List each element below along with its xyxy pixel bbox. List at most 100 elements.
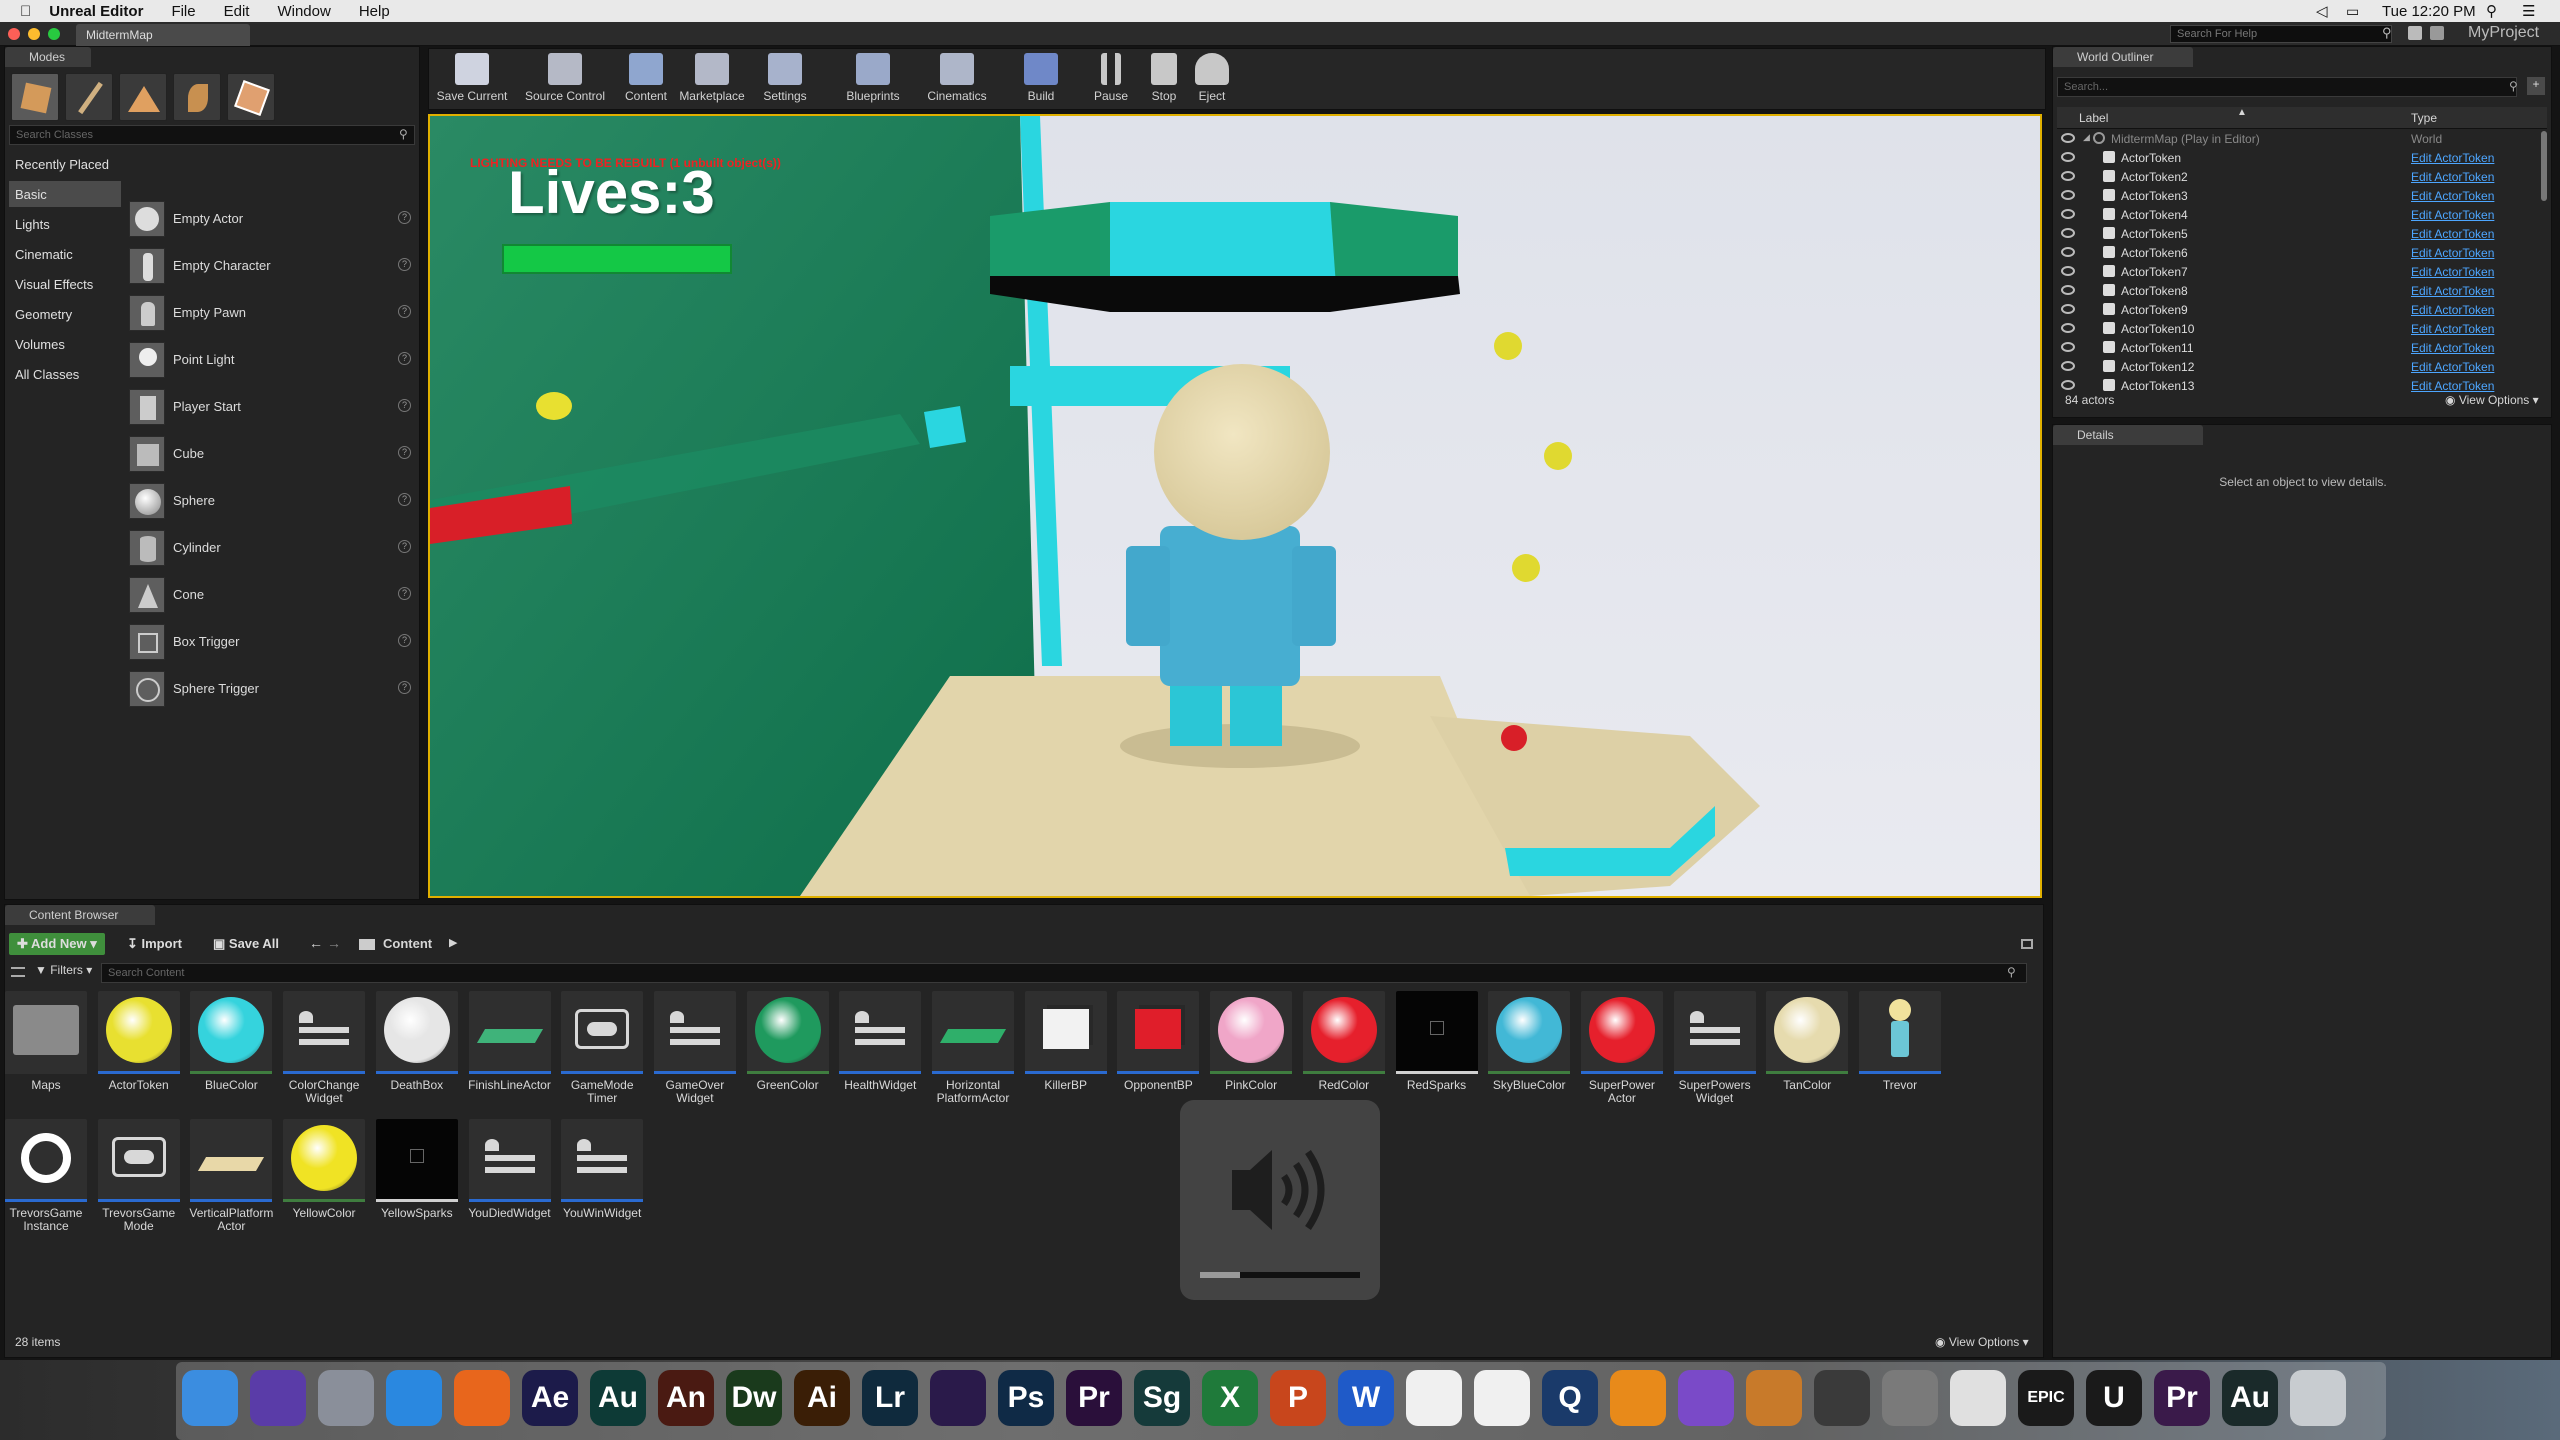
- outliner-scrollbar[interactable]: [2541, 131, 2547, 201]
- place-item-point-light[interactable]: Point Light?: [125, 338, 421, 382]
- actor-type-link[interactable]: Edit ActorToken: [2411, 341, 2494, 355]
- asset-tile[interactable]: YouWinWidget: [561, 1119, 644, 1241]
- visibility-eye-icon[interactable]: [2061, 228, 2075, 238]
- wifi-icon[interactable]: ◁: [2316, 2, 2328, 20]
- path-breadcrumb[interactable]: Content: [383, 936, 432, 951]
- chrome-icon[interactable]: [1950, 1370, 2006, 1426]
- visibility-eye-icon[interactable]: [2061, 171, 2075, 181]
- outliner-search-input[interactable]: Search...: [2057, 77, 2517, 97]
- search-classes-input[interactable]: Search Classes: [9, 125, 415, 145]
- outliner-row[interactable]: ActorToken7 Edit ActorToken: [2057, 262, 2547, 281]
- menu-edit[interactable]: Edit: [224, 3, 250, 20]
- asset-tile[interactable]: ActorToken: [97, 991, 180, 1113]
- animate-icon[interactable]: An: [658, 1370, 714, 1426]
- outliner-row[interactable]: ActorToken3 Edit ActorToken: [2057, 186, 2547, 205]
- game-viewport[interactable]: LIGHTING NEEDS TO BE REBUILT (1 unbuilt …: [428, 114, 2042, 898]
- world-row[interactable]: ◢ MidtermMap (Play in Editor) World: [2057, 129, 2547, 148]
- asset-tile[interactable]: YellowSparks: [375, 1119, 458, 1241]
- asset-tile[interactable]: GreenColor: [746, 991, 829, 1113]
- content-button[interactable]: Content: [621, 53, 671, 107]
- help-icon[interactable]: ?: [398, 493, 411, 506]
- map-tab[interactable]: MidtermMap: [76, 24, 250, 46]
- audition-session-icon[interactable]: Au: [2222, 1370, 2278, 1426]
- breadcrumb-arrow-icon[interactable]: ▶: [449, 936, 457, 949]
- modes-tab[interactable]: Modes: [5, 47, 91, 67]
- help-icon[interactable]: ?: [398, 681, 411, 694]
- asset-tile[interactable]: DeathBox: [375, 991, 458, 1113]
- asset-tile[interactable]: SuperPowers Widget: [1673, 991, 1756, 1113]
- search-content-input[interactable]: Search Content: [101, 963, 2027, 983]
- visibility-eye-icon[interactable]: [2061, 380, 2075, 390]
- type-column-header[interactable]: Type: [2411, 111, 2437, 125]
- asset-tile[interactable]: VerticalPlatform Actor: [189, 1119, 273, 1241]
- actor-type-link[interactable]: Edit ActorToken: [2411, 189, 2494, 203]
- place-item-empty-character[interactable]: Empty Character?: [125, 244, 421, 288]
- asset-tile[interactable]: TrevorsGame Mode: [97, 1119, 180, 1241]
- actor-type-link[interactable]: Edit ActorToken: [2411, 151, 2494, 165]
- notification-icon[interactable]: [2408, 26, 2422, 40]
- spark-icon[interactable]: Sg: [1134, 1370, 1190, 1426]
- category-lights[interactable]: Lights: [9, 211, 121, 237]
- outliner-row[interactable]: ActorToken8 Edit ActorToken: [2057, 281, 2547, 300]
- visibility-eye-icon[interactable]: [2061, 209, 2075, 219]
- powerpoint-icon[interactable]: P: [1270, 1370, 1326, 1426]
- outliner-row[interactable]: ActorToken10 Edit ActorToken: [2057, 319, 2547, 338]
- visibility-eye-icon[interactable]: [2061, 342, 2075, 352]
- forward-arrow-icon[interactable]: →: [327, 935, 341, 951]
- add-icon[interactable]: +: [2527, 77, 2545, 95]
- paint-mode-button[interactable]: [65, 73, 113, 121]
- safari-icon[interactable]: [386, 1370, 442, 1426]
- save-all-button[interactable]: ▣ Save All: [205, 933, 287, 955]
- category-basic[interactable]: Basic: [9, 181, 121, 207]
- visibility-eye-icon[interactable]: [2061, 152, 2075, 162]
- category-recently-placed[interactable]: Recently Placed: [9, 151, 121, 177]
- actor-type-link[interactable]: Edit ActorToken: [2411, 322, 2494, 336]
- content-browser-tab[interactable]: Content Browser: [5, 905, 155, 925]
- epic-games-icon[interactable]: EPIC: [2018, 1370, 2074, 1426]
- unreal-icon[interactable]: U: [2086, 1370, 2142, 1426]
- visibility-eye-icon[interactable]: [2061, 323, 2075, 333]
- vlc-icon[interactable]: [1610, 1370, 1666, 1426]
- help-icon[interactable]: ?: [398, 540, 411, 553]
- landscape-mode-button[interactable]: [119, 73, 167, 121]
- visibility-eye-icon[interactable]: [2061, 190, 2075, 200]
- window-close-button[interactable]: [8, 28, 20, 40]
- asset-tile[interactable]: KillerBP: [1024, 991, 1107, 1113]
- trash-icon[interactable]: [2290, 1370, 2346, 1426]
- menu-app-name[interactable]: Unreal Editor: [49, 3, 143, 20]
- notification-center-icon[interactable]: ☰: [2522, 2, 2535, 20]
- outliner-row[interactable]: ActorToken Edit ActorToken: [2057, 148, 2547, 167]
- garageband-icon[interactable]: [1746, 1370, 1802, 1426]
- outliner-row[interactable]: ActorToken6 Edit ActorToken: [2057, 243, 2547, 262]
- pause-button[interactable]: Pause: [1087, 53, 1135, 107]
- visibility-eye-icon[interactable]: [2061, 285, 2075, 295]
- cinematics-button[interactable]: Cinematics: [919, 53, 995, 107]
- word-icon[interactable]: W: [1338, 1370, 1394, 1426]
- after-effects-icon[interactable]: Ae: [522, 1370, 578, 1426]
- asset-tile[interactable]: FinishLineActor: [468, 991, 551, 1113]
- category-visual-effects[interactable]: Visual Effects: [9, 271, 121, 297]
- label-column-header[interactable]: Label: [2079, 111, 2108, 125]
- marketplace-button[interactable]: Marketplace: [675, 53, 749, 107]
- dreamweaver-icon[interactable]: Dw: [726, 1370, 782, 1426]
- lock-icon[interactable]: [2021, 939, 2033, 949]
- visibility-eye-icon[interactable]: [2061, 361, 2075, 371]
- outliner-row[interactable]: ActorToken2 Edit ActorToken: [2057, 167, 2547, 186]
- save-current-button[interactable]: Save Current: [433, 53, 511, 107]
- geometry-mode-button[interactable]: [227, 73, 275, 121]
- category-volumes[interactable]: Volumes: [9, 331, 121, 357]
- outliner-row[interactable]: ActorToken5 Edit ActorToken: [2057, 224, 2547, 243]
- outliner-view-options[interactable]: ◉ View Options ▾: [2445, 393, 2539, 407]
- final-cut-icon[interactable]: [1814, 1370, 1870, 1426]
- outliner-row[interactable]: ActorToken4 Edit ActorToken: [2057, 205, 2547, 224]
- help-icon[interactable]: ?: [398, 352, 411, 365]
- place-item-sphere[interactable]: Sphere?: [125, 479, 421, 523]
- sources-toggle-icon[interactable]: [11, 967, 25, 977]
- actor-type-link[interactable]: Edit ActorToken: [2411, 284, 2494, 298]
- help-icon[interactable]: ?: [398, 399, 411, 412]
- window-zoom-button[interactable]: [48, 28, 60, 40]
- asset-tile[interactable]: YouDiedWidget: [468, 1119, 551, 1241]
- visibility-eye-icon[interactable]: [2061, 266, 2075, 276]
- asset-tile[interactable]: ColorChange Widget: [283, 991, 366, 1113]
- asset-tile[interactable]: HealthWidget: [839, 991, 922, 1113]
